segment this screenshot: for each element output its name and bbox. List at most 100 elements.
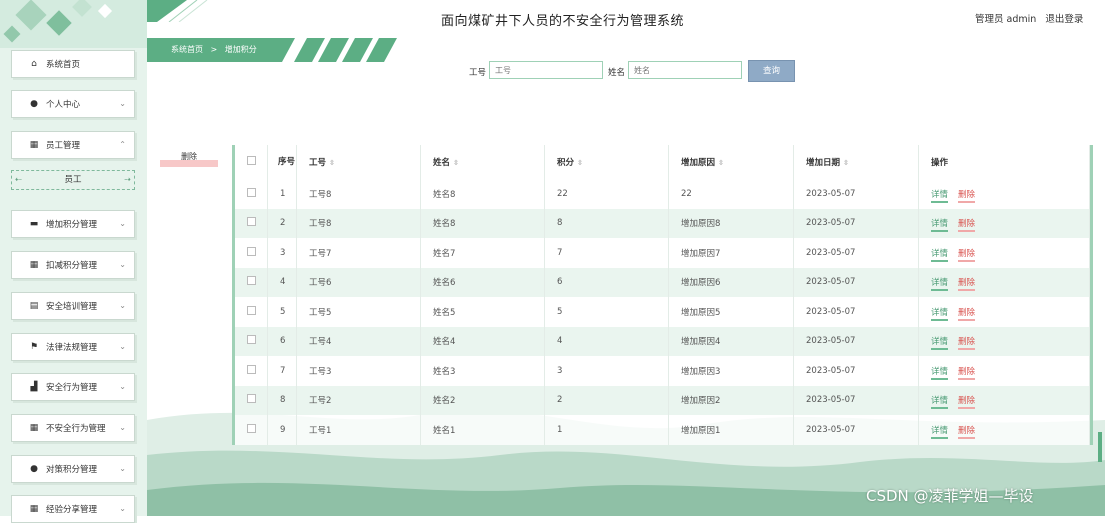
col-header-name[interactable]: 姓名 ⇳ bbox=[420, 145, 545, 179]
cell-points: 2 bbox=[544, 385, 669, 415]
cell-points: 7 bbox=[544, 238, 669, 268]
sidebar-item-safety-training[interactable]: ▤ 安全培训管理 ⌄ bbox=[11, 292, 135, 320]
sidebar-item-laws[interactable]: ⚑ 法律法规管理 ⌄ bbox=[11, 333, 135, 361]
detail-link[interactable]: 详情 bbox=[931, 219, 949, 233]
row-select-cell bbox=[235, 238, 268, 268]
sidebar-item-safe-behavior[interactable]: ▟ 安全行为管理 ⌄ bbox=[11, 373, 135, 401]
cell-points: 22 bbox=[544, 179, 669, 209]
sidebar-item-label: 不安全行为管理 bbox=[46, 424, 106, 434]
table-row: 1 工号8 姓名8 22 22 2023-05-07 详情 删除 bbox=[235, 179, 1090, 209]
cell-points: 1 bbox=[544, 415, 669, 445]
row-select-cell bbox=[235, 385, 268, 415]
row-select-cell bbox=[235, 179, 268, 209]
row-checkbox[interactable] bbox=[247, 217, 256, 227]
cell-emp-no: 工号7 bbox=[296, 238, 421, 268]
sidebar-item-deduct-points[interactable]: ▦ 扣减积分管理 ⌄ bbox=[11, 251, 135, 279]
cell-name: 姓名8 bbox=[420, 179, 545, 209]
sidebar-item-profile[interactable]: ● 个人中心 ⌄ bbox=[11, 90, 135, 118]
watermark: CSDN @凌菲学姐—毕设 bbox=[866, 487, 1034, 505]
row-checkbox[interactable] bbox=[247, 187, 256, 197]
sidebar-subitem-employee[interactable]: ⇠ 员工 ⇢ bbox=[11, 170, 135, 190]
row-checkbox[interactable] bbox=[247, 246, 256, 256]
row-checkbox[interactable] bbox=[247, 276, 256, 286]
table-header-row: 序号 工号 ⇳ 姓名 ⇳ 积分 ⇳ 增加原因 ⇳ 增加日期 ⇳ 操作 bbox=[235, 145, 1090, 179]
chevron-down-icon: ⌄ bbox=[119, 99, 126, 108]
cell-no: 5 bbox=[267, 297, 297, 327]
select-all-checkbox[interactable] bbox=[247, 156, 256, 165]
chevron-down-icon: ⌄ bbox=[119, 504, 126, 513]
cell-date: 2023-05-07 bbox=[793, 385, 919, 415]
cell-date: 2023-05-07 bbox=[793, 415, 919, 445]
chevron-down-icon: ⌄ bbox=[119, 423, 126, 432]
user-icon: ● bbox=[30, 464, 38, 474]
delete-link[interactable]: 删除 bbox=[958, 366, 976, 380]
sidebar-item-home[interactable]: ⌂ 系统首页 bbox=[11, 50, 135, 78]
sidebar-item-unsafe-behavior[interactable]: ▦ 不安全行为管理 ⌄ bbox=[11, 414, 135, 442]
cell-date: 2023-05-07 bbox=[793, 267, 919, 297]
row-checkbox[interactable] bbox=[247, 305, 256, 315]
delete-link[interactable]: 删除 bbox=[958, 189, 976, 203]
header-decoration bbox=[147, 0, 208, 22]
chevron-down-icon: ⌄ bbox=[119, 382, 126, 391]
col-header-points[interactable]: 积分 ⇳ bbox=[544, 145, 669, 179]
logo-decoration bbox=[0, 0, 147, 48]
delete-link[interactable]: 删除 bbox=[958, 278, 976, 292]
name-input[interactable] bbox=[628, 61, 742, 79]
col-label: 积分 bbox=[557, 158, 575, 168]
row-checkbox[interactable] bbox=[247, 335, 256, 345]
cell-no: 2 bbox=[267, 208, 297, 238]
delete-link[interactable]: 删除 bbox=[958, 337, 976, 351]
col-header-date[interactable]: 增加日期 ⇳ bbox=[793, 145, 919, 179]
detail-link[interactable]: 详情 bbox=[931, 278, 949, 292]
cell-emp-no: 工号6 bbox=[296, 267, 421, 297]
cell-emp-no: 工号4 bbox=[296, 326, 421, 356]
scrollbar[interactable] bbox=[1098, 432, 1102, 462]
detail-link[interactable]: 详情 bbox=[931, 307, 949, 321]
row-checkbox[interactable] bbox=[247, 394, 256, 404]
col-label: 增加原因 bbox=[681, 158, 716, 168]
delete-link[interactable]: 删除 bbox=[958, 396, 976, 410]
delete-link[interactable]: 删除 bbox=[958, 425, 976, 439]
cell-actions: 详情 删除 bbox=[918, 267, 1090, 297]
cell-date: 2023-05-07 bbox=[793, 297, 919, 327]
thumbs-up-icon: ▟ bbox=[30, 382, 38, 392]
cell-reason: 增加原因3 bbox=[668, 356, 794, 386]
cell-actions: 详情 删除 bbox=[918, 179, 1090, 209]
briefcase-icon: ▬ bbox=[29, 219, 39, 229]
detail-link[interactable]: 详情 bbox=[931, 337, 949, 351]
batch-delete-button[interactable]: 删除 bbox=[160, 151, 218, 167]
sidebar-item-countermeasure-points[interactable]: ● 对策积分管理 ⌄ bbox=[11, 455, 135, 483]
cell-date: 2023-05-07 bbox=[793, 238, 919, 268]
row-checkbox[interactable] bbox=[247, 364, 256, 374]
sort-icon: ⇳ bbox=[843, 159, 849, 167]
sidebar-item-employees[interactable]: ▦ 员工管理 ⌃ bbox=[11, 131, 135, 159]
breadcrumb-home[interactable]: 系统首页 bbox=[171, 45, 203, 54]
col-header-emp-no[interactable]: 工号 ⇳ bbox=[296, 145, 421, 179]
cell-name: 姓名5 bbox=[420, 297, 545, 327]
sidebar-item-experience-sharing[interactable]: ▦ 经验分享管理 ⌄ bbox=[11, 495, 135, 523]
col-header-reason[interactable]: 增加原因 ⇳ bbox=[668, 145, 794, 179]
logout-link[interactable]: 退出登录 bbox=[1045, 14, 1083, 25]
sidebar-item-label: 员工管理 bbox=[46, 141, 81, 151]
flag-icon: ⚑ bbox=[29, 342, 39, 352]
page-title: 面向煤矿井下人员的不安全行为管理系统 bbox=[441, 14, 685, 29]
sidebar-item-add-points[interactable]: ▬ 增加积分管理 ⌄ bbox=[11, 210, 135, 238]
cell-emp-no: 工号1 bbox=[296, 415, 421, 445]
detail-link[interactable]: 详情 bbox=[931, 425, 949, 439]
sidebar-item-label: 经验分享管理 bbox=[46, 505, 98, 515]
search-button[interactable]: 查询 bbox=[748, 60, 795, 82]
col-label: 姓名 bbox=[433, 158, 451, 168]
delete-link[interactable]: 删除 bbox=[958, 219, 976, 233]
emp-no-input[interactable] bbox=[489, 61, 603, 79]
sidebar-subitem-label: 员工 bbox=[64, 175, 82, 185]
detail-link[interactable]: 详情 bbox=[931, 248, 949, 262]
arrow-right-icon: ⇢ bbox=[124, 175, 131, 184]
sidebar-item-label: 对策积分管理 bbox=[46, 465, 98, 475]
cell-reason: 增加原因8 bbox=[668, 208, 794, 238]
delete-link[interactable]: 删除 bbox=[958, 248, 976, 262]
detail-link[interactable]: 详情 bbox=[931, 396, 949, 410]
row-checkbox[interactable] bbox=[247, 423, 256, 433]
detail-link[interactable]: 详情 bbox=[931, 189, 949, 203]
detail-link[interactable]: 详情 bbox=[931, 366, 949, 380]
delete-link[interactable]: 删除 bbox=[958, 307, 976, 321]
